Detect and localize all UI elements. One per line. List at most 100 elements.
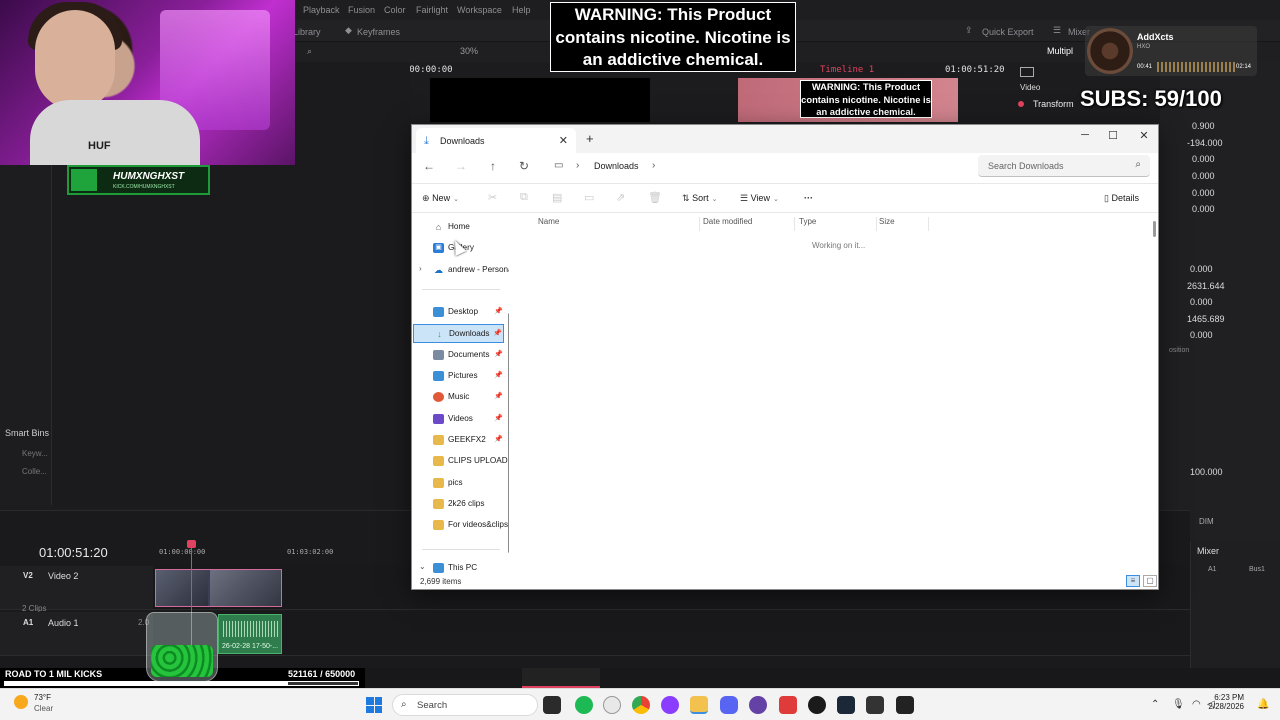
column-header-size[interactable]: Size [879, 217, 929, 231]
explorer-tab[interactable]: ⤓ Downloads ✕ [416, 128, 576, 153]
mixer-icon[interactable]: ☰ [1053, 25, 1061, 36]
chevron-right-icon[interactable]: › [576, 160, 579, 171]
sidebar-item-onedrive[interactable]: › ☁ andrew - Personal [413, 261, 509, 280]
taskbar-search[interactable]: ⌕ Search [392, 694, 538, 716]
sort-button[interactable]: ⇅ Sort ⌄ [682, 193, 717, 204]
paste-icon[interactable]: ▤ [552, 191, 562, 204]
address-bar[interactable]: ▭ › Downloads › [552, 156, 972, 178]
copy-icon[interactable]: ⧉ [520, 191, 528, 204]
sidebar-item-2k26-clips[interactable]: 2k26 clips [413, 495, 504, 514]
smart-bins-label[interactable]: Smart Bins [5, 428, 49, 438]
chevron-down-icon[interactable]: ⌄ [419, 562, 426, 571]
explorer-titlebar[interactable]: ⤓ Downloads ✕ + ─ ☐ ✕ [412, 125, 1158, 153]
new-button[interactable]: ⊕ New ⌄ [422, 193, 459, 204]
back-arrow-icon[interactable]: ← [421, 159, 437, 173]
timeline-name[interactable]: Timeline 1 [820, 65, 874, 75]
menu-playback[interactable]: Playback [303, 5, 340, 15]
delete-icon[interactable]: 🗑 [648, 191, 662, 204]
inspector-value[interactable]: 0.000 [1190, 264, 1213, 274]
inspector-value[interactable]: 0.000 [1192, 154, 1215, 164]
column-header-name[interactable]: Name [538, 217, 700, 231]
breadcrumb[interactable]: Downloads [594, 161, 639, 171]
column-header-type[interactable]: Type [799, 217, 877, 231]
sidebar-item-music[interactable]: Music 📌 [413, 388, 504, 407]
share-icon[interactable]: ⇗ [616, 191, 625, 204]
audio-clip[interactable]: 26-02-28 17-50-... [218, 614, 282, 654]
davinci-resolve-icon[interactable] [808, 696, 826, 714]
inspector-value[interactable]: 0.000 [1192, 188, 1215, 198]
search-icon[interactable]: ⌕ [307, 46, 312, 57]
close-tab-icon[interactable]: ✕ [559, 134, 568, 147]
sidebar-item-pictures[interactable]: Pictures 📌 [413, 367, 504, 386]
steam-icon[interactable] [837, 696, 855, 714]
rename-icon[interactable]: ▭ [584, 191, 594, 204]
inspector-value[interactable]: 0.000 [1192, 204, 1215, 214]
export-icon[interactable]: ⇪ [965, 25, 973, 36]
smart-bin-keywords[interactable]: Keyw... [22, 449, 48, 458]
chevron-right-icon[interactable]: › [419, 264, 422, 273]
discord-icon[interactable] [720, 696, 738, 714]
inspector-value[interactable]: 100.000 [1190, 467, 1223, 477]
spotify-icon[interactable] [575, 696, 593, 714]
pin-icon[interactable]: 📌 [494, 392, 503, 400]
inspector-value[interactable]: 1465.689 [1187, 314, 1225, 324]
menu-workspace[interactable]: Workspace [457, 5, 502, 15]
dim-button[interactable]: DIM [1199, 517, 1214, 526]
details-button[interactable]: ▯ Details [1104, 193, 1139, 204]
menu-help[interactable]: Help [512, 5, 531, 15]
sidebar-scrollbar[interactable] [508, 313, 509, 553]
task-view-icon[interactable] [543, 696, 561, 714]
quick-export-label[interactable]: Quick Export [982, 27, 1034, 37]
track-lane-audio1[interactable] [153, 612, 1190, 656]
app-icon[interactable] [779, 696, 797, 714]
chevron-up-icon[interactable]: ⌃ [1151, 699, 1159, 710]
start-button[interactable] [366, 697, 382, 713]
close-window-button[interactable]: ✕ [1129, 129, 1159, 142]
zoom-level[interactable]: 30% [460, 46, 478, 56]
obs-icon[interactable] [749, 696, 767, 714]
microphone-icon[interactable]: 🎙 [1172, 699, 1185, 710]
video-tab-icon[interactable] [1020, 67, 1034, 77]
sidebar-item-geekfx2[interactable]: GEEKFX2 📌 [413, 431, 504, 450]
menu-fusion[interactable]: Fusion [348, 5, 375, 15]
app-icon[interactable] [866, 696, 884, 714]
sidebar-item-videos[interactable]: Videos 📌 [413, 410, 504, 429]
menu-fairlight[interactable]: Fairlight [416, 5, 448, 15]
search-box[interactable]: Search Downloads ⌕ [978, 155, 1150, 177]
chevron-right-icon[interactable]: › [652, 160, 655, 171]
keyframes-icon[interactable]: ◆ [345, 25, 352, 36]
inspector-value[interactable]: 0.000 [1190, 330, 1213, 340]
edit-page-tab[interactable] [522, 668, 600, 688]
sidebar-item-clips-upload[interactable]: CLIPS UPLOAD [413, 452, 508, 471]
cut-icon[interactable]: ✂ [488, 191, 497, 204]
sidebar-item-documents[interactable]: Documents 📌 [413, 346, 504, 365]
sidebar-item-home[interactable]: ⌂ Home [413, 218, 504, 237]
chrome-icon[interactable] [632, 696, 650, 714]
menu-color[interactable]: Color [384, 5, 406, 15]
video-tab[interactable]: Video [1020, 83, 1040, 92]
video-clip[interactable] [155, 569, 282, 607]
smart-bin-collections[interactable]: Colle... [22, 467, 47, 476]
up-arrow-icon[interactable]: ↑ [485, 159, 501, 173]
pin-icon[interactable]: 📌 [494, 371, 503, 379]
pin-icon[interactable]: 📌 [494, 350, 503, 358]
inspector-value[interactable]: 0.000 [1192, 171, 1215, 181]
app-icon[interactable] [896, 696, 914, 714]
app-icon[interactable] [661, 696, 679, 714]
pin-icon[interactable]: 📌 [493, 329, 502, 337]
playhead-handle[interactable] [187, 540, 196, 548]
pin-icon[interactable]: 📌 [494, 307, 503, 315]
minimize-button[interactable]: ─ [1070, 129, 1100, 141]
file-list-scrollbar[interactable] [1153, 221, 1156, 237]
multiple-label[interactable]: Multipl [1047, 46, 1073, 56]
forward-arrow-icon[interactable]: → [453, 159, 469, 173]
sidebar-item-downloads[interactable]: ↓ Downloads 📌 [413, 324, 504, 343]
maximize-button[interactable]: ☐ [1098, 129, 1128, 142]
sidebar-item-pics[interactable]: pics [413, 474, 504, 493]
keyframes-label[interactable]: Keyframes [357, 27, 400, 37]
file-explorer-icon[interactable] [690, 696, 708, 714]
track-name[interactable]: Audio 1 [48, 618, 79, 628]
view-button[interactable]: ☰ View ⌄ [740, 193, 779, 204]
inspector-value[interactable]: 0.000 [1190, 297, 1213, 307]
pin-icon[interactable]: 📌 [494, 435, 503, 443]
